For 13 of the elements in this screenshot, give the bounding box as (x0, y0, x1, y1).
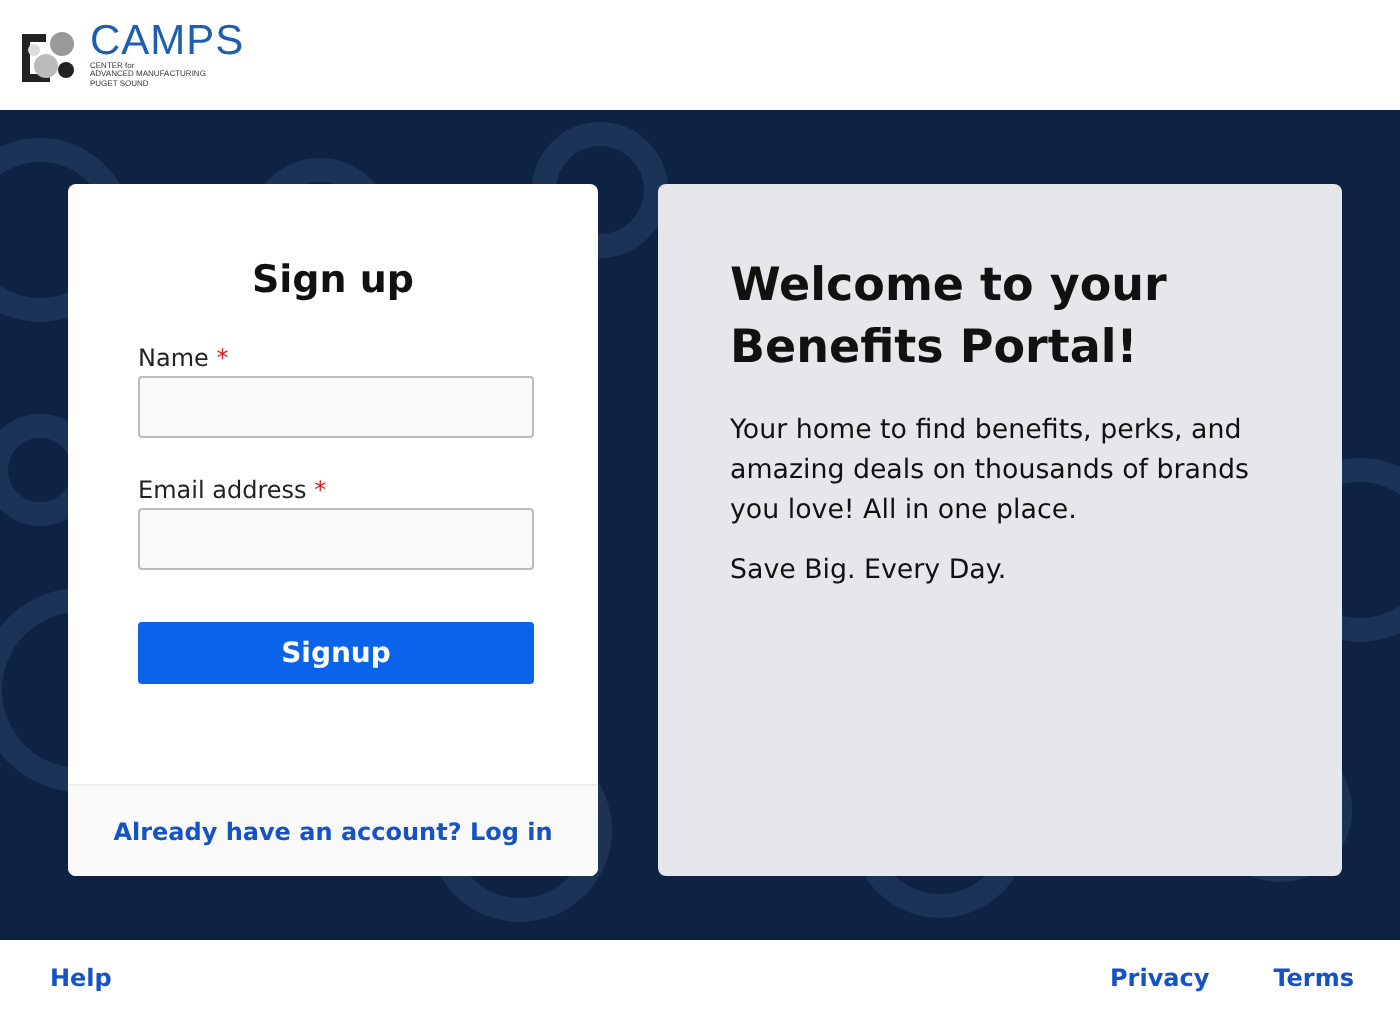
signup-title: Sign up (249, 256, 417, 304)
input-field[interactable] (138, 376, 534, 438)
footer-link[interactable]: Privacy (1110, 964, 1210, 992)
field-label: Name * (138, 344, 231, 372)
field-label: Email address * (138, 476, 329, 504)
welcome-text: Save Big. Every Day. (730, 554, 1009, 590)
footer-link[interactable]: Help (50, 964, 112, 992)
welcome-heading: Welcome to your Benefits Portal! (730, 258, 1169, 378)
footer-link[interactable]: Terms (1273, 964, 1354, 992)
welcome-text: Your home to find benefits, perks, and amazing deals on thousands of brands you love! All in one place. (730, 414, 1251, 530)
input-field[interactable] (138, 508, 534, 570)
logo-name: CAMPS (90, 21, 245, 62)
signup-button[interactable]: Signup (138, 622, 534, 684)
